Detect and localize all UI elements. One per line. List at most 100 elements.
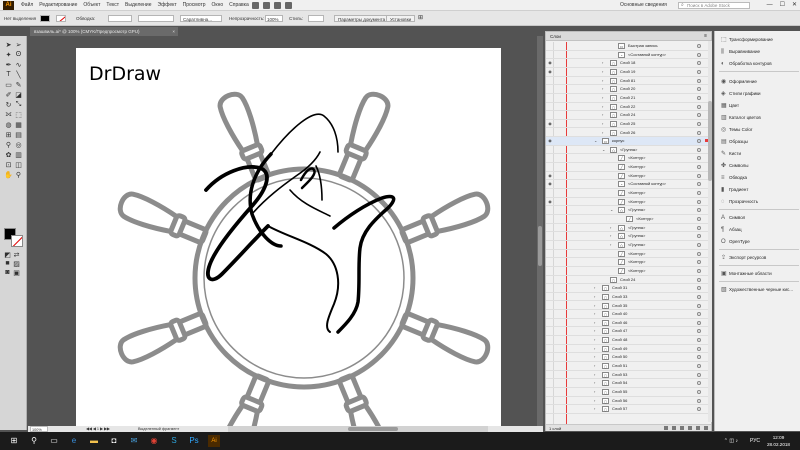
windows-start-icon[interactable]: ⊞	[8, 435, 20, 447]
target-circle-icon[interactable]	[697, 234, 701, 239]
artboard[interactable]: DrDraw	[76, 48, 501, 426]
target-circle-icon[interactable]	[697, 268, 701, 273]
target-circle-icon[interactable]	[697, 156, 701, 161]
target-circle-icon[interactable]	[697, 165, 701, 170]
dock-panel-item[interactable]: ⇪ Экспорт ресурсов	[721, 253, 799, 263]
expand-toggle-icon[interactable]: ›	[594, 302, 595, 310]
target-circle-icon[interactable]	[697, 277, 701, 282]
layer-name[interactable]: <Группа>	[628, 224, 645, 233]
layer-name[interactable]: <Группа>	[628, 241, 645, 250]
menu-item[interactable]: Текст	[103, 0, 122, 11]
layer-name[interactable]: Быстрая запись	[628, 42, 658, 51]
menu-item[interactable]: Выделение	[122, 0, 155, 11]
screen-mode-icon[interactable]: ▣	[12, 268, 21, 277]
expand-toggle-icon[interactable]: ›	[602, 77, 603, 85]
visibility-eye-icon[interactable]: ◉	[547, 199, 553, 204]
document-setup-button[interactable]: Параметры документа	[334, 15, 390, 22]
expand-toggle-icon[interactable]: ⌄	[602, 146, 605, 154]
graphic-style-swatch[interactable]	[308, 15, 324, 22]
layer-name[interactable]: Слой 46	[612, 319, 627, 328]
layer-row[interactable]: › ▯ Слой 40	[546, 310, 711, 319]
dock-panel-item[interactable]: ✎ Кисти	[721, 149, 799, 159]
edge-browser-icon[interactable]: e	[68, 435, 80, 447]
expand-toggle-icon[interactable]: ›	[610, 224, 611, 232]
layer-name[interactable]: Слой 51	[612, 362, 627, 371]
dock-panel-item[interactable]: ◉ Оформление	[721, 77, 799, 87]
pen-tool-icon[interactable]: ✒	[4, 60, 13, 69]
layer-row[interactable]: › ▯ Слой 20	[546, 85, 711, 94]
dock-panel-item[interactable]: ¶ Абзац	[721, 225, 799, 235]
expand-toggle-icon[interactable]: ›	[594, 327, 595, 335]
target-circle-icon[interactable]	[697, 61, 701, 66]
layer-row[interactable]: › ▯ Слой 53	[546, 371, 711, 380]
layer-name[interactable]: Слой 47	[612, 327, 627, 336]
brush-definition-select[interactable]: Сара­тливна...	[180, 15, 222, 22]
target-circle-icon[interactable]	[697, 372, 701, 377]
expand-toggle-icon[interactable]: ›	[602, 103, 603, 111]
dock-panel-item[interactable]: ▮ Градиент	[721, 185, 799, 195]
dock-panel-item[interactable]: ◈ Стили графики	[721, 89, 799, 99]
paintbrush-tool-icon[interactable]: ✎	[14, 80, 23, 89]
layer-name[interactable]: Слой 49	[612, 345, 627, 354]
dock-panel-item[interactable]: ⫼ Выравнивание	[721, 47, 799, 57]
layer-name[interactable]: <Контур>	[628, 250, 646, 259]
export-icon[interactable]	[664, 426, 668, 430]
stroke-weight-field[interactable]	[108, 15, 132, 22]
layer-name[interactable]: <Группа>	[628, 232, 645, 241]
line-tool-icon[interactable]: ╲	[14, 70, 23, 79]
graph-tool-icon[interactable]: ▥	[14, 150, 23, 159]
layer-row[interactable]: › ▯ Слой 51	[546, 362, 711, 371]
expand-toggle-icon[interactable]: ›	[602, 59, 603, 67]
system-clock[interactable]: 12:09 28.02.2018	[767, 434, 790, 448]
target-circle-icon[interactable]	[697, 78, 701, 83]
dock-panel-item[interactable]: ≡ Обводка	[721, 173, 799, 183]
expand-toggle-icon[interactable]: ›	[594, 336, 595, 344]
dock-panel-item[interactable]: ▣ Монтажные области	[721, 269, 799, 279]
stock-icon[interactable]	[263, 2, 270, 9]
layer-name[interactable]: Слой 40	[612, 310, 627, 319]
rectangle-tool-icon[interactable]: ▭	[4, 80, 13, 89]
target-circle-icon[interactable]	[697, 199, 701, 204]
expand-toggle-icon[interactable]: ›	[594, 405, 595, 413]
dock-panel-item[interactable]: ✤ Символы	[721, 161, 799, 171]
stock-search-input[interactable]: ⌕ Поиск в Adobe Stock	[678, 2, 750, 9]
expand-toggle-icon[interactable]: ›	[594, 284, 595, 292]
document-tab[interactable]: взашвиль.ai* @ 100% (CMYK/Предпросмотр G…	[30, 27, 178, 36]
layer-row[interactable]: › ▯ Слой 47	[546, 327, 711, 337]
layer-row[interactable]: ▯ Слой 24	[546, 276, 711, 285]
visibility-eye-icon[interactable]: ◉	[547, 182, 553, 186]
store-icon[interactable]: ◘	[108, 435, 120, 447]
target-circle-icon[interactable]	[697, 69, 701, 74]
layer-row[interactable]: ╱ <Контур>	[546, 189, 711, 198]
layer-name[interactable]: <Контур>	[628, 198, 646, 207]
expand-toggle-icon[interactable]: ›	[594, 379, 595, 387]
layer-row[interactable]: ╱ <Контур>	[546, 258, 711, 267]
layer-row[interactable]: › ▯ Слой 49	[546, 345, 711, 354]
layer-name[interactable]: корпус	[612, 137, 624, 146]
target-circle-icon[interactable]	[697, 113, 701, 118]
target-circle-icon[interactable]	[697, 398, 701, 403]
target-circle-icon[interactable]	[697, 286, 701, 291]
menu-item[interactable]: Файл	[18, 0, 36, 11]
layer-name[interactable]: Слой 26	[620, 129, 635, 138]
layer-row[interactable]: › ◇ <Группа>	[546, 232, 711, 241]
arrange-documents-icon[interactable]	[274, 2, 281, 9]
expand-toggle-icon[interactable]: ›	[594, 371, 595, 379]
stroke-swatch[interactable]	[11, 235, 23, 247]
layer-row[interactable]: › ▯ Слой 46	[546, 319, 711, 328]
dock-panel-item[interactable]: A Символ	[721, 213, 799, 223]
layer-name[interactable]: Слой 53	[612, 371, 627, 380]
layer-name[interactable]: Слой 31	[612, 284, 627, 293]
dock-panel-item[interactable]: ▥ Каталог цветов	[721, 113, 799, 123]
layer-name[interactable]: Слой 56	[612, 397, 627, 406]
expand-toggle-icon[interactable]: ›	[602, 129, 603, 137]
curvature-tool-icon[interactable]: ∿	[14, 60, 23, 69]
layer-row[interactable]: › ▯ Слой 54	[546, 379, 711, 388]
panel-menu-icon[interactable]: ≡	[704, 32, 707, 41]
target-circle-icon[interactable]	[697, 346, 701, 351]
layer-name[interactable]: Слой 20	[620, 85, 635, 94]
expand-toggle-icon[interactable]: ›	[594, 345, 595, 353]
magic-wand-tool-icon[interactable]: ✦	[4, 50, 13, 59]
expand-toggle-icon[interactable]: ›	[602, 94, 603, 102]
layer-name[interactable]: Слой 57	[612, 405, 627, 414]
